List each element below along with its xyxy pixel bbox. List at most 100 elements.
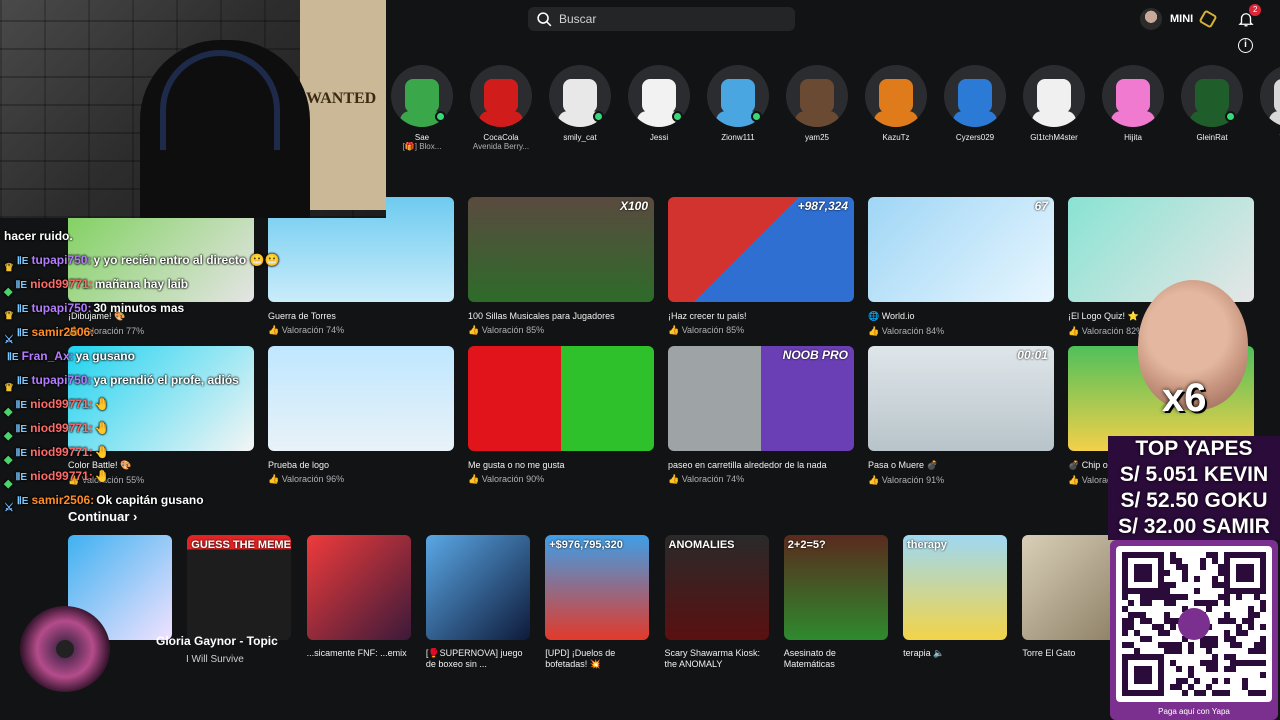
game-tile[interactable]: X100 100 Sillas Musicales para Jugadores 👍…: [468, 197, 654, 336]
thumbnail-tag: GUESS THE MEME: [191, 539, 291, 551]
game-thumbnail[interactable]: +$976,795,320: [545, 535, 650, 640]
continue-tile[interactable]: ...sicamente FNF: ...emix: [306, 535, 411, 659]
chat-text: y yo recién entro al directo 😬😬: [93, 253, 280, 267]
game-thumbnail[interactable]: 2+2=5?: [783, 535, 888, 640]
game-thumbnail[interactable]: therapy: [903, 535, 1008, 640]
game-thumbnail[interactable]: [306, 535, 411, 640]
qr-module: [1146, 600, 1152, 606]
game-thumbnail[interactable]: [468, 346, 654, 451]
qr-module: [1158, 624, 1164, 630]
friend-avatar[interactable]: [1023, 65, 1085, 127]
qr-module: [1182, 678, 1188, 684]
friend-avatar[interactable]: [786, 65, 848, 127]
avatar-head: [721, 79, 755, 113]
online-indicator-icon: [751, 111, 762, 122]
qr-module: [1134, 612, 1140, 618]
search-bar[interactable]: [528, 7, 795, 31]
friend-item[interactable]: CocaCola Avenida Berry...: [461, 65, 541, 151]
qr-module: [1260, 672, 1266, 678]
chat-text: hacer ruido.: [4, 229, 73, 243]
friend-item[interactable]: smily_cat: [540, 65, 620, 142]
game-thumbnail[interactable]: 00:01: [868, 346, 1054, 451]
game-rating: 👍 Valoración 74%: [668, 474, 745, 484]
qr-module: [1230, 618, 1236, 624]
game-tile[interactable]: 67 🌐 World.io 👍 Valoración 84%: [868, 197, 1054, 337]
qr-module: [1170, 618, 1176, 624]
continue-tile[interactable]: +$976,795,320 [UPD] ¡Duelos de bofetadas!…: [545, 535, 650, 670]
qr-module: [1182, 564, 1188, 570]
notifications-button[interactable]: 2: [1237, 4, 1262, 28]
friend-item[interactable]: Hijita: [1093, 65, 1173, 142]
friend-avatar[interactable]: [1260, 65, 1280, 127]
chat-message: ⚔ⅡE samir2506: Ok capitán gusano: [4, 488, 274, 514]
thumbnail-tag: ANOMALIES: [668, 539, 735, 551]
continue-tile[interactable]: therapy terapia 🔈: [903, 535, 1008, 659]
friend-item[interactable]: Gl1tchM4ster: [1014, 65, 1094, 142]
game-thumbnail[interactable]: [425, 535, 530, 640]
qr-module: [1164, 612, 1170, 618]
friend-item[interactable]: yam25: [777, 65, 857, 142]
qr-module: [1158, 642, 1164, 648]
friend-item[interactable]: Jessi: [619, 65, 699, 142]
qr-module: [1224, 678, 1230, 684]
friend-avatar[interactable]: [865, 65, 927, 127]
qr-module: [1122, 630, 1128, 636]
qr-module: [1152, 594, 1158, 600]
continue-tile[interactable]: 2+2=5? Asesinato de Matemáticas: [783, 535, 888, 670]
friend-item[interactable]: Sae [🎁] Blox...: [382, 65, 462, 151]
friend-avatar[interactable]: [944, 65, 1006, 127]
friend-item[interactable]: Zionw111: [698, 65, 778, 142]
qr-module: [1236, 594, 1242, 600]
game-tile[interactable]: Prueba de logo 👍 Valoración 96%: [268, 346, 454, 485]
avatar-head: [1274, 79, 1280, 113]
continue-tile[interactable]: ANOMALIES Scary Shawarma Kiosk: the ANOMA…: [664, 535, 769, 670]
qr-module: [1206, 684, 1212, 690]
online-indicator-icon: [435, 111, 446, 122]
friend-item[interactable]: GleinRat: [1172, 65, 1252, 142]
chat-text: Ok capitán gusano: [96, 493, 204, 507]
game-tile[interactable]: 00:01 Pasa o Muere 💣 👍 Valoración 91%: [868, 346, 1054, 486]
friend-status: [🎁] Blox...: [402, 142, 442, 151]
friend-item[interactable]: Tasha': [1251, 65, 1280, 142]
chat-message: ◆ⅡE niod99771: 🤚: [4, 440, 274, 466]
friend-avatar[interactable]: [1102, 65, 1164, 127]
friend-name: CocaCola: [483, 133, 519, 142]
friend-item[interactable]: Cyzers029: [935, 65, 1015, 142]
qr-module: [1122, 642, 1128, 648]
friend-avatar[interactable]: [470, 65, 532, 127]
search-input[interactable]: [559, 12, 779, 26]
robux-icon[interactable]: [1198, 9, 1218, 29]
game-thumbnail[interactable]: X100: [468, 197, 654, 302]
user-menu[interactable]: MINI 2: [1140, 4, 1262, 30]
qr-module: [1200, 690, 1206, 696]
qr-module: [1188, 642, 1194, 648]
avatar-head: [958, 79, 992, 113]
webcam-overlay: WANTED: [0, 0, 386, 218]
chat-text: 30 minutos mas: [93, 301, 185, 315]
game-thumbnail[interactable]: ANOMALIES: [664, 535, 769, 640]
gem-icon: ◆: [4, 429, 13, 442]
avatar-body: [953, 111, 997, 127]
game-thumbnail[interactable]: 67: [868, 197, 1054, 302]
avatar[interactable]: [1140, 8, 1162, 30]
game-title: [UPD] ¡Duelos de bofetadas! 💥: [545, 648, 616, 669]
friend-name: Hijita: [1124, 133, 1142, 142]
game-thumbnail[interactable]: NOOB PRO: [668, 346, 854, 451]
qr-module: [1212, 660, 1218, 666]
game-thumbnail[interactable]: +987,324: [668, 197, 854, 302]
game-tile[interactable]: NOOB PRO paseo en carretilla alrededor de…: [668, 346, 854, 485]
friend-item[interactable]: KazuTz: [856, 65, 936, 142]
friend-name: Tasha': [1251, 133, 1280, 142]
game-rating: 👍 Valoración 85%: [668, 325, 745, 335]
game-tile[interactable]: +987,324 ¡Haz crecer tu país! 👍 Valoración…: [668, 197, 854, 336]
continue-tile[interactable]: [🥊SUPERNOVA] juego de boxeo sin ...: [425, 535, 530, 670]
qr-module: [1182, 570, 1188, 576]
friend-name: KazuTz: [882, 133, 910, 142]
qr-module: [1140, 594, 1146, 600]
qr-module: [1218, 570, 1224, 576]
info-icon[interactable]: i: [1238, 38, 1253, 53]
qr-module: [1146, 594, 1152, 600]
qr-module: [1170, 552, 1176, 558]
game-thumbnail[interactable]: [268, 346, 454, 451]
game-tile[interactable]: Me gusta o no me gusta 👍 Valoración 90%: [468, 346, 654, 485]
